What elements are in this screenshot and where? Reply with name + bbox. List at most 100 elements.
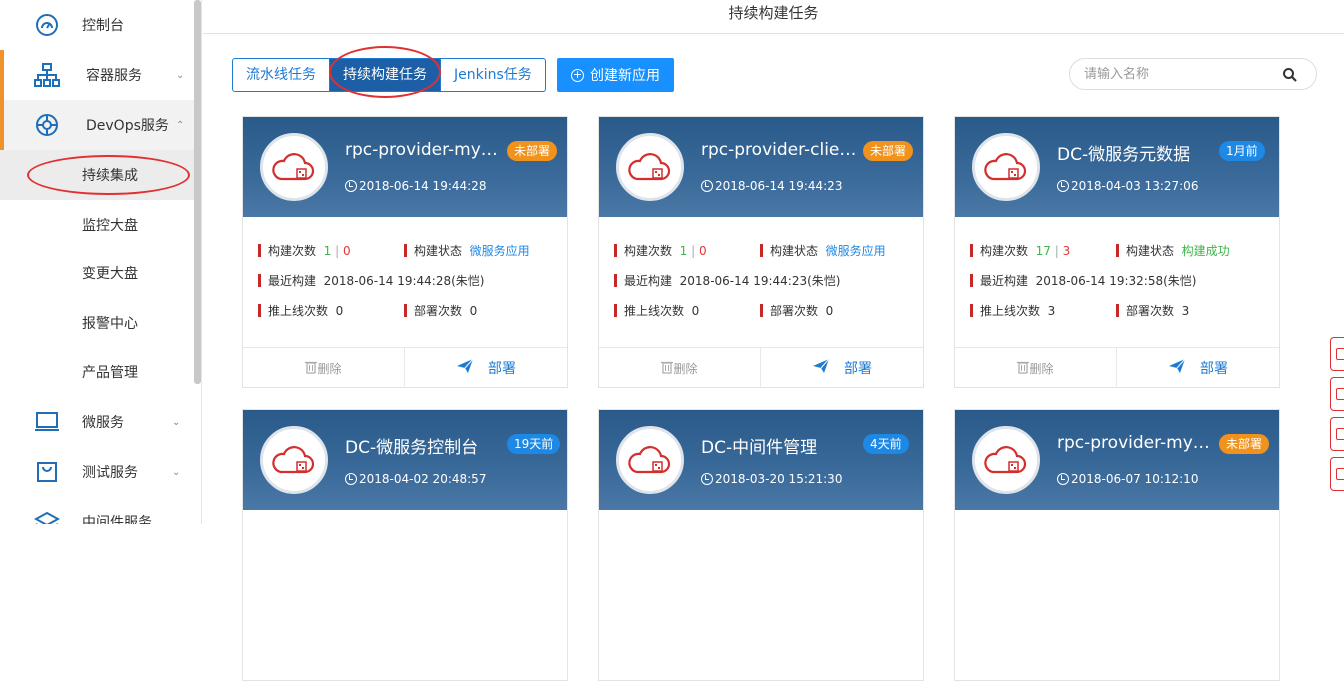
sidebar-subitem-monitor[interactable]: 监控大盘 — [0, 200, 196, 250]
sidebar-subitem-label: 监控大盘 — [82, 218, 138, 234]
build-count-label: 构建次数 — [624, 244, 673, 258]
app-name[interactable]: rpc-provider-mysel... — [345, 140, 505, 160]
app-name[interactable]: rpc-provider-client... — [701, 140, 861, 160]
last-build-value: 2018-06-14 19:44:23(朱恺) — [679, 274, 841, 288]
sidebar-item-test[interactable]: 测试服务 ⌄ — [0, 447, 196, 497]
app-card[interactable]: rpc-provider-mysel... 未部署 2018-06-14 19:44… — [242, 116, 568, 388]
created-time-value: 2018-03-20 15:21:30 — [715, 472, 843, 486]
card-body: 构建次数 17 | 3 构建状态 构建成功最近构建 2018-06-14 19:3… — [955, 217, 1279, 347]
sidebar-item-devops[interactable]: DevOps服务 ⌃ — [0, 100, 196, 150]
trash-icon — [305, 360, 318, 377]
deploy-label: 部署 — [1200, 361, 1228, 377]
app-card[interactable]: rpc-provider-mysel... 未部署 2018-06-07 10:12… — [954, 409, 1280, 681]
app-name[interactable]: DC-微服务控制台 — [345, 433, 505, 458]
float-feedback-button[interactable] — [1330, 337, 1344, 371]
build-status-row: 构建状态 微服务应用 — [760, 242, 886, 259]
card-header: DC-中间件管理 4天前 2018-03-20 15:21:30 — [599, 410, 923, 510]
deploy-button[interactable]: 部署 — [761, 348, 923, 388]
sidebar-subitem-ci[interactable]: 持续集成 — [0, 150, 196, 200]
sidebar-item-microservice[interactable]: 微服务 ⌄ — [0, 397, 196, 447]
sidebar-item-label: 中间件服务 — [82, 515, 152, 524]
deploy-button[interactable]: 部署 — [405, 348, 567, 388]
search-input[interactable] — [1084, 64, 1274, 84]
row-marker — [970, 244, 973, 257]
created-time-value: 2018-06-14 19:44:28 — [359, 179, 487, 193]
created-time-value: 2018-04-03 13:27:06 — [1071, 179, 1199, 193]
docs-icon — [1336, 468, 1344, 480]
deploy-count-label: 部署次数 — [1126, 304, 1175, 318]
last-build-value: 2018-06-14 19:32:58(朱恺) — [1035, 274, 1197, 288]
build-count-row: 构建次数 17 | 3 — [970, 242, 1070, 259]
clock-icon — [345, 180, 357, 192]
app-name[interactable]: rpc-provider-mysel... — [1057, 433, 1217, 453]
sidebar-subitem-product[interactable]: 产品管理 — [0, 347, 196, 397]
created-time: 2018-03-20 15:21:30 — [701, 472, 842, 486]
cart-icon — [34, 459, 60, 485]
card-actions: 删除 部署 — [599, 347, 923, 388]
row-marker — [614, 304, 617, 317]
status-badge: 未部署 — [507, 141, 558, 161]
trash-icon — [661, 360, 674, 377]
build-success-count: 1 — [323, 243, 332, 258]
app-card[interactable]: rpc-provider-client... 未部署 2018-06-14 19:4… — [598, 116, 924, 388]
deploy-count-value: 0 — [469, 303, 478, 318]
app-card[interactable]: DC-微服务元数据 1月前 2018-04-03 13:27:06 构建次数 17 |… — [954, 116, 1280, 388]
app-name[interactable]: DC-中间件管理 — [701, 433, 861, 458]
card-header: rpc-provider-client... 未部署 2018-06-14 19:4… — [599, 117, 923, 217]
sidebar-item-middleware[interactable]: 中间件服务 — [0, 497, 196, 524]
sidebar-item-container[interactable]: 容器服务 ⌄ — [0, 50, 196, 100]
delete-button[interactable]: 删除 — [599, 348, 761, 388]
app-card[interactable]: DC-微服务控制台 19天前 2018-04-02 20:48:57 — [242, 409, 568, 681]
clock-icon — [345, 473, 357, 485]
promote-count-value: 0 — [335, 303, 344, 318]
sidebar-item-console[interactable]: 控制台 — [0, 0, 196, 50]
tab-continuous-build[interactable]: 持续构建任务 — [330, 58, 441, 92]
card-header: DC-微服务元数据 1月前 2018-04-03 13:27:06 — [955, 117, 1279, 217]
created-time: 2018-04-03 13:27:06 — [1057, 179, 1198, 193]
float-contact-button[interactable] — [1330, 417, 1344, 451]
sidebar-subitem-change[interactable]: 变更大盘 — [0, 248, 196, 298]
promote-count-row: 推上线次数 0 — [258, 302, 343, 319]
row-marker — [760, 244, 763, 257]
build-status-label: 构建状态 — [1126, 244, 1175, 258]
tab-pipeline[interactable]: 流水线任务 — [232, 58, 330, 92]
build-status-row: 构建状态 构建成功 — [1116, 242, 1230, 259]
build-success-count: 17 — [1035, 243, 1051, 258]
create-app-label: 创建新应用 — [590, 68, 660, 84]
help-icon — [1336, 388, 1344, 400]
deploy-button[interactable]: 部署 — [1117, 348, 1279, 388]
build-status-row: 构建状态 微服务应用 — [404, 242, 530, 259]
create-app-button[interactable]: + 创建新应用 — [557, 58, 674, 92]
float-docs-button[interactable] — [1330, 457, 1344, 491]
status-badge: 1月前 — [1219, 141, 1265, 161]
sidebar-scrollbar[interactable] — [194, 0, 201, 384]
promote-count-label: 推上线次数 — [624, 304, 685, 318]
created-time: 2018-06-14 19:44:28 — [345, 179, 486, 193]
float-help-button[interactable] — [1330, 377, 1344, 411]
card-body: 构建次数 1 | 0 构建状态 微服务应用 最近构建 2018-06-14 19:4… — [243, 217, 567, 347]
sidebar-item-label: 容器服务 — [86, 68, 142, 84]
delete-button[interactable]: 删除 — [243, 348, 405, 388]
devops-icon — [34, 112, 60, 138]
row-marker — [1116, 244, 1119, 257]
app-card[interactable]: DC-中间件管理 4天前 2018-03-20 15:21:30 — [598, 409, 924, 681]
build-status-value: 构建成功 — [1181, 244, 1230, 258]
promote-count-value: 3 — [1047, 303, 1056, 318]
sidebar-subitem-label: 产品管理 — [82, 365, 138, 381]
deploy-count-value: 0 — [825, 303, 834, 318]
promote-count-value: 0 — [691, 303, 700, 318]
app-name[interactable]: DC-微服务元数据 — [1057, 140, 1217, 165]
layers-icon — [34, 509, 60, 524]
delete-button[interactable]: 删除 — [955, 348, 1117, 388]
trash-icon — [1017, 360, 1030, 377]
search-icon[interactable] — [1282, 67, 1298, 83]
contact-icon — [1336, 428, 1344, 440]
send-icon — [812, 358, 830, 378]
sidebar-subitem-alert[interactable]: 报警中心 — [0, 298, 196, 348]
build-count-row: 构建次数 1 | 0 — [258, 242, 351, 259]
last-build-row: 最近构建 2018-06-14 19:32:58(朱恺) — [970, 272, 1196, 289]
status-badge: 未部署 — [863, 141, 914, 161]
row-marker — [258, 274, 261, 287]
cloud-app-icon — [616, 133, 684, 201]
tab-jenkins[interactable]: Jenkins任务 — [441, 58, 546, 92]
